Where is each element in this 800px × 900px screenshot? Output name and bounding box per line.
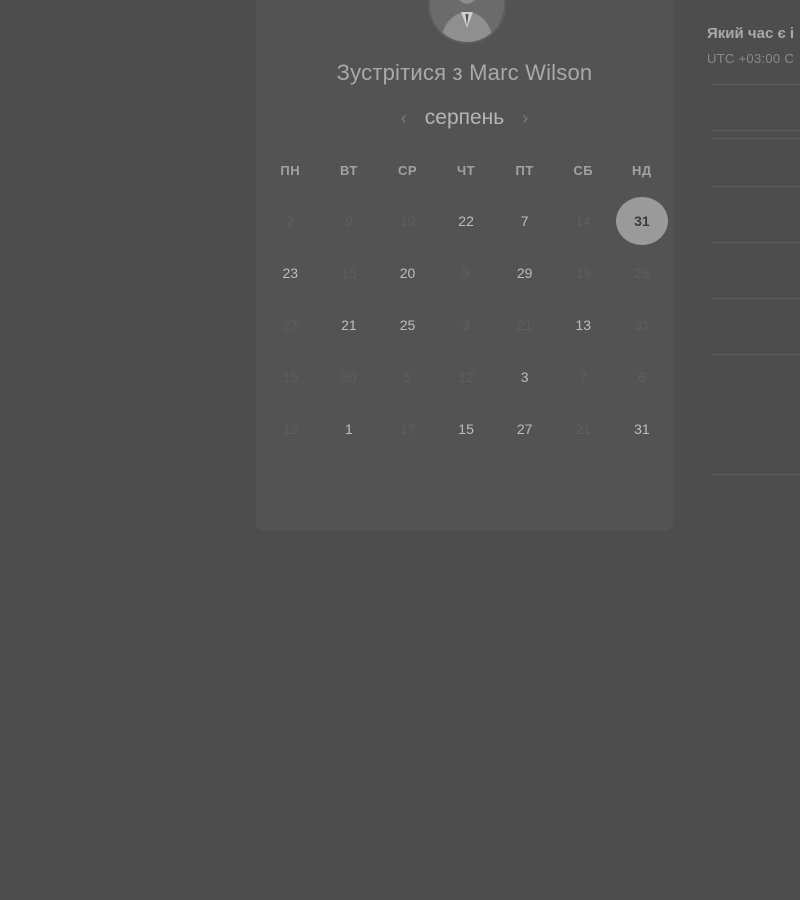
calendar-day-label: 6 (637, 369, 646, 385)
month-navigation: ‹ серпень › (256, 104, 673, 132)
calendar-day-label: 15 (341, 265, 357, 281)
weekday-label: СБ (573, 163, 594, 178)
weekday-label: ПТ (515, 163, 534, 178)
calendar-day: 6 (613, 351, 672, 403)
calendar-day-label: 3 (520, 369, 529, 385)
calendar-day[interactable]: 25 (378, 299, 437, 351)
calendar-day: 31 (613, 299, 672, 351)
calendar-day: 21 (554, 403, 613, 455)
calendar-day-label: 31 (634, 421, 650, 437)
calendar-day: 14 (554, 195, 613, 247)
calendar-day-label: 2 (286, 213, 295, 229)
calendar-day-label: 15 (282, 369, 299, 385)
weekday-label: НД (632, 163, 652, 178)
host-name: Marc Wilson (469, 60, 593, 85)
calendar-day-label: 19 (575, 265, 592, 281)
calendar-day[interactable]: 1 (320, 403, 379, 455)
calendar-day-label: 22 (458, 213, 474, 229)
time-slot-divider (711, 130, 800, 131)
time-slot-divider (711, 354, 800, 355)
calendar-day-label: 3 (462, 317, 470, 333)
timezone-label[interactable]: UTC +03:00 С (707, 51, 794, 66)
calendar-day: 21 (495, 299, 554, 351)
calendar-day[interactable]: 13 (554, 299, 613, 351)
calendar-day: 30 (320, 351, 379, 403)
calendar-day-label: 25 (399, 317, 416, 333)
time-slot-divider (711, 138, 800, 139)
calendar-day: 28 (613, 247, 672, 299)
calendar-day: 5 (378, 351, 437, 403)
calendar-grid: 2 9 19 22 7 14 31 23 15 20 9 29 19 28 27 21 25 3 21 13 31 15 3… (261, 195, 671, 455)
calendar-day-label: 12 (458, 369, 474, 385)
calendar-day-label: 9 (344, 213, 353, 229)
calendar-day[interactable]: 15 (437, 403, 496, 455)
meeting-title-prefix: Зустрітися з (336, 60, 463, 85)
calendar-day: 2 (261, 195, 320, 247)
calendar-day: 19 (554, 247, 613, 299)
calendar-day[interactable]: 22 (437, 195, 496, 247)
calendar-day-label: 9 (462, 265, 470, 281)
calendar-day: 15 (320, 247, 379, 299)
calendar-day-label: 21 (341, 317, 357, 333)
time-slot-divider (711, 242, 800, 243)
calendar-day[interactable]: 31 (613, 403, 672, 455)
calendar-day[interactable]: 29 (495, 247, 554, 299)
time-slot-divider (711, 186, 800, 187)
weekday-label: СР (397, 163, 418, 178)
calendar-day-label: 28 (634, 265, 650, 281)
time-slot-divider (711, 84, 800, 85)
calendar-day-label: 21 (516, 317, 533, 333)
calendar-day-label: 14 (575, 213, 592, 229)
calendar-day: 12 (437, 351, 496, 403)
calendar-day-label: 27 (282, 317, 299, 333)
weekday-label: ВТ (339, 163, 358, 178)
calendar-day[interactable]: 20 (378, 247, 437, 299)
chevron-left-icon[interactable]: ‹ (393, 108, 415, 129)
calendar-day-label: 20 (399, 265, 416, 281)
calendar-day[interactable]: 23 (261, 247, 320, 299)
calendar-day-label: 7 (520, 213, 529, 229)
chevron-right-icon[interactable]: › (514, 108, 536, 129)
calendar-day[interactable]: 27 (495, 403, 554, 455)
calendar-day-label: 1 (344, 421, 353, 437)
calendar-day-selected[interactable]: 31 (613, 195, 672, 247)
calendar-day: 7 (554, 351, 613, 403)
calendar-day-label: 13 (575, 317, 592, 333)
calendar-day-label: 7 (579, 369, 588, 385)
calendar-day-label: 19 (399, 213, 416, 229)
calendar-day: 27 (261, 299, 320, 351)
calendar-day-label: 12 (282, 421, 299, 437)
booking-page: Зустрітися з Marc Wilson ‹ серпень › ПН В… (0, 0, 800, 900)
calendar-day[interactable]: 3 (495, 351, 554, 403)
calendar-day-label: 31 (634, 317, 650, 333)
calendar-day: 12 (261, 403, 320, 455)
calendar-day: 15 (261, 351, 320, 403)
calendar-day-label: 27 (516, 421, 533, 437)
weekday-header: ПН ВТ СР ЧТ ПТ СБ НД (261, 163, 671, 178)
calendar-day-label: 15 (458, 421, 474, 437)
calendar-day-label: 30 (341, 369, 357, 385)
calendar-day-label: 23 (282, 265, 299, 281)
calendar-day: 3 (437, 299, 496, 351)
calendar-day[interactable]: 21 (320, 299, 379, 351)
calendar-day: 17 (378, 403, 437, 455)
time-panel-heading: Який час є і (707, 25, 795, 42)
calendar-day: 9 (437, 247, 496, 299)
calendar-day-label: 31 (615, 197, 668, 245)
time-slot-divider (711, 474, 800, 475)
meeting-title: Зустрітися з Marc Wilson (256, 60, 673, 86)
calendar-day[interactable]: 7 (495, 195, 554, 247)
calendar-day-label: 29 (516, 265, 533, 281)
weekday-label: ЧТ (457, 163, 476, 178)
calendar-day: 9 (320, 195, 379, 247)
calendar-day-label: 17 (399, 421, 416, 437)
calendar-day: 19 (378, 195, 437, 247)
calendar-day-label: 5 (403, 369, 412, 385)
calendar-day-label: 21 (575, 421, 592, 437)
time-slot-divider (711, 298, 800, 299)
month-label: серпень (424, 106, 505, 129)
weekday-label: ПН (280, 163, 301, 178)
